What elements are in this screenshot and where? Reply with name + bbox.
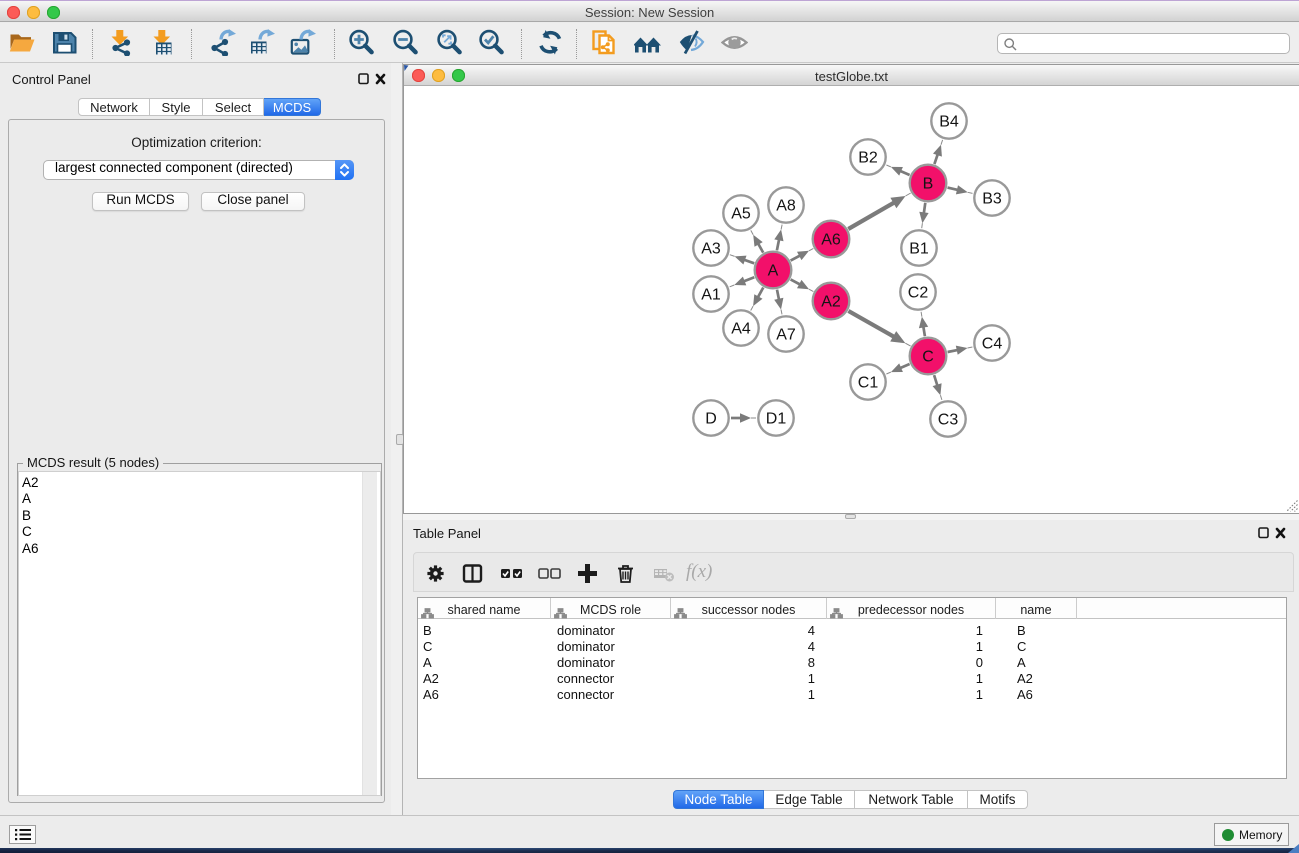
svg-text:C2: C2 bbox=[908, 285, 929, 302]
svg-text:C1: C1 bbox=[858, 375, 879, 392]
svg-text:C: C bbox=[922, 349, 934, 366]
svg-text:A6: A6 bbox=[821, 232, 841, 249]
svg-text:A4: A4 bbox=[731, 321, 751, 338]
svg-text:A2: A2 bbox=[821, 294, 841, 311]
svg-text:A3: A3 bbox=[701, 241, 721, 258]
svg-text:A: A bbox=[768, 263, 779, 280]
svg-text:A8: A8 bbox=[776, 198, 796, 215]
svg-text:B2: B2 bbox=[858, 150, 878, 167]
svg-text:B4: B4 bbox=[939, 114, 959, 131]
svg-text:A7: A7 bbox=[776, 327, 796, 344]
svg-text:A5: A5 bbox=[731, 206, 751, 223]
svg-text:D1: D1 bbox=[766, 411, 787, 428]
svg-text:A1: A1 bbox=[701, 287, 721, 304]
svg-text:B1: B1 bbox=[909, 241, 929, 258]
svg-text:B: B bbox=[923, 176, 934, 193]
svg-text:B3: B3 bbox=[982, 191, 1002, 208]
svg-text:C4: C4 bbox=[982, 336, 1003, 353]
svg-text:D: D bbox=[705, 411, 717, 428]
svg-text:C3: C3 bbox=[938, 412, 959, 429]
